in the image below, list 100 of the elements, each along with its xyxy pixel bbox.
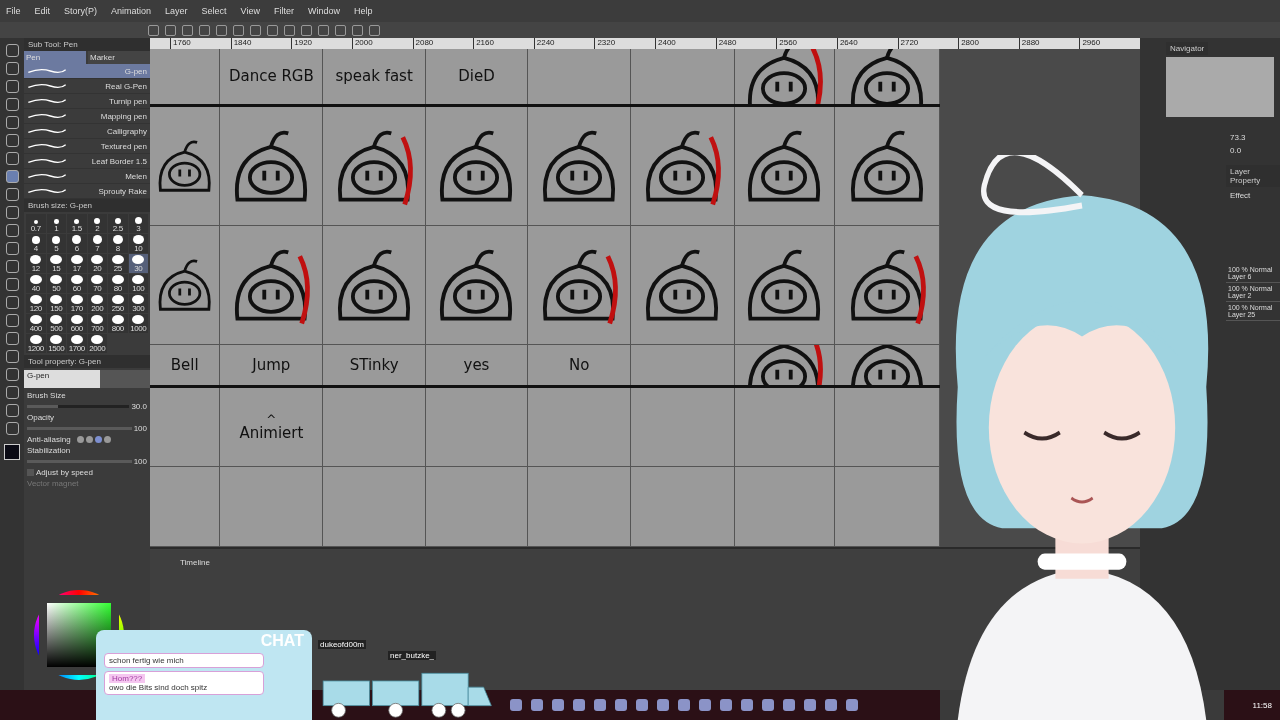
- menu-item[interactable]: File: [6, 6, 21, 16]
- brush-size-item[interactable]: 600: [67, 314, 87, 333]
- tool-icon[interactable]: [5, 368, 19, 381]
- tool-icon[interactable]: [5, 116, 19, 129]
- tool-icon[interactable]: [5, 224, 19, 237]
- toolbar-icon[interactable]: [148, 24, 159, 36]
- brush-size-item[interactable]: 800: [108, 314, 128, 333]
- toolbar-icon[interactable]: [250, 24, 261, 36]
- menu-item[interactable]: View: [240, 6, 260, 16]
- menu-item[interactable]: Select: [201, 6, 227, 16]
- canvas[interactable]: Dance RGB speak fast DieD Bell Jump STinky yes No ^ Animiert: [150, 49, 940, 547]
- taskbar-icon[interactable]: [531, 699, 543, 711]
- anti-aliasing-option[interactable]: [85, 436, 93, 443]
- tool-icon[interactable]: [5, 422, 19, 435]
- taskbar-icon[interactable]: [510, 699, 522, 711]
- tool-icon[interactable]: [5, 242, 19, 255]
- menu-item[interactable]: Window: [307, 6, 340, 16]
- tool-icon[interactable]: [5, 44, 19, 57]
- tool-icon[interactable]: [5, 296, 19, 309]
- toolbar-icon[interactable]: [301, 24, 312, 36]
- toolbar-icon[interactable]: [352, 24, 363, 36]
- tool-icon[interactable]: [5, 386, 19, 399]
- tool-icon[interactable]: [5, 188, 19, 201]
- brush-size-item[interactable]: 15: [46, 254, 66, 273]
- brush-size-item[interactable]: 200: [87, 294, 107, 313]
- brush-item[interactable]: Textured pen: [24, 139, 150, 154]
- color-swatch[interactable]: [4, 444, 20, 460]
- brush-size-item[interactable]: 250: [108, 294, 128, 313]
- brush-size-item[interactable]: 1500: [46, 334, 66, 353]
- tool-icon[interactable]: [5, 206, 19, 219]
- brush-size-item[interactable]: 100: [128, 274, 148, 293]
- angle-value[interactable]: 0.0: [1230, 146, 1276, 155]
- brush-size-item[interactable]: 700: [87, 314, 107, 333]
- brush-size-item[interactable]: 120: [26, 294, 46, 313]
- brush-size-item[interactable]: 40: [26, 274, 46, 293]
- brush-size-item[interactable]: 1.5: [67, 214, 87, 233]
- brush-size-item[interactable]: 1200: [26, 334, 46, 353]
- tool-icon[interactable]: [5, 98, 19, 111]
- taskbar-icon[interactable]: [678, 699, 690, 711]
- toolbar-icon[interactable]: [318, 24, 329, 36]
- brush-size-item[interactable]: 150: [46, 294, 66, 313]
- taskbar-icon[interactable]: [615, 699, 627, 711]
- taskbar-icon[interactable]: [825, 699, 837, 711]
- brush-size-item[interactable]: 80: [108, 274, 128, 293]
- taskbar-icon[interactable]: [741, 699, 753, 711]
- menu-item[interactable]: Story(P): [64, 6, 98, 16]
- toolbar-icon[interactable]: [182, 24, 193, 36]
- toolbar-icon[interactable]: [216, 24, 227, 36]
- brush-size-item[interactable]: 300: [128, 294, 148, 313]
- toolbar-icon[interactable]: [267, 24, 278, 36]
- taskbar-icon[interactable]: [762, 699, 774, 711]
- brush-size-item[interactable]: 12: [26, 254, 46, 273]
- tool-icon[interactable]: [5, 62, 19, 75]
- brush-size-item[interactable]: 20: [87, 254, 107, 273]
- anti-aliasing-option[interactable]: [76, 436, 84, 443]
- brush-size-item[interactable]: 170: [67, 294, 87, 313]
- brush-size-item[interactable]: 5: [46, 234, 66, 253]
- tool-icon[interactable]: [5, 332, 19, 345]
- tool-icon[interactable]: [5, 152, 19, 165]
- brush-size-item[interactable]: 400: [26, 314, 46, 333]
- taskbar-icon[interactable]: [699, 699, 711, 711]
- brush-size-item[interactable]: 17: [67, 254, 87, 273]
- menu-item[interactable]: Edit: [34, 6, 51, 16]
- brush-item[interactable]: Melen: [24, 169, 150, 184]
- taskbar-icon[interactable]: [657, 699, 669, 711]
- tool-icon[interactable]: [5, 404, 19, 417]
- tool-icon[interactable]: [5, 80, 19, 93]
- checkbox[interactable]: [27, 469, 34, 476]
- brush-size-item[interactable]: 6: [67, 234, 87, 253]
- toolbar-icon[interactable]: [369, 24, 380, 36]
- brush-size-item[interactable]: 60: [67, 274, 87, 293]
- brush-size-item[interactable]: 7: [87, 234, 107, 253]
- toolbar-icon[interactable]: [233, 24, 244, 36]
- menu-item[interactable]: Help: [354, 6, 373, 16]
- brush-size-item[interactable]: 1700: [67, 334, 87, 353]
- brush-size-item[interactable]: 500: [46, 314, 66, 333]
- brush-size-item[interactable]: 2.5: [108, 214, 128, 233]
- brush-size-item[interactable]: 1: [46, 214, 66, 233]
- taskbar-icon[interactable]: [573, 699, 585, 711]
- brush-size-item[interactable]: 4: [26, 234, 46, 253]
- taskbar-icon[interactable]: [552, 699, 564, 711]
- brush-size-item[interactable]: 25: [108, 254, 128, 273]
- brush-item[interactable]: Mapping pen: [24, 109, 150, 124]
- brush-size-item[interactable]: 3: [128, 214, 148, 233]
- property-value[interactable]: 30.0: [131, 402, 147, 411]
- menu-item[interactable]: Layer: [165, 6, 188, 16]
- brush-size-item[interactable]: 1000: [128, 314, 148, 333]
- navigator-thumbnail[interactable]: [1166, 57, 1274, 117]
- tool-icon[interactable]: [5, 314, 19, 327]
- anti-aliasing-option[interactable]: [103, 436, 111, 443]
- tool-tab[interactable]: Marker: [88, 51, 150, 64]
- brush-size-item[interactable]: 10: [128, 234, 148, 253]
- menu-item[interactable]: Animation: [111, 6, 152, 16]
- toolbar-icon[interactable]: [199, 24, 210, 36]
- brush-item[interactable]: Leaf Border 1.5: [24, 154, 150, 169]
- taskbar-icon[interactable]: [720, 699, 732, 711]
- tool-icon[interactable]: [5, 350, 19, 363]
- taskbar-icon[interactable]: [804, 699, 816, 711]
- anti-aliasing-option[interactable]: [94, 436, 102, 443]
- brush-size-item[interactable]: 30: [128, 254, 148, 273]
